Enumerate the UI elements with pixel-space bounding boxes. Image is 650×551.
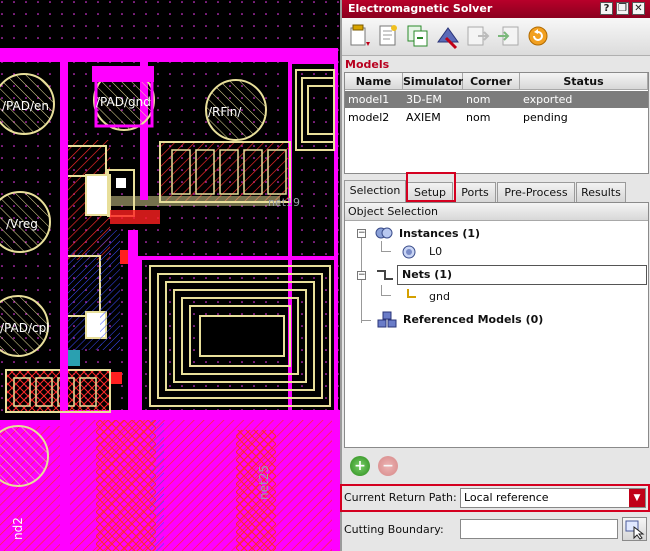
tree-line bbox=[381, 295, 391, 296]
model-corner: nom bbox=[466, 93, 491, 106]
new-document-icon[interactable] bbox=[374, 22, 402, 50]
return-path-value: Local reference bbox=[464, 491, 549, 504]
layout-canvas[interactable]: /PAD/en /PAD/gnd /RFin/ /Vreg /PAD/cpl n… bbox=[0, 0, 340, 551]
col-header-corner[interactable]: Corner bbox=[463, 73, 520, 90]
tree-node-referenced-models[interactable]: Referenced Models (0) bbox=[403, 313, 543, 326]
help-button[interactable]: ? bbox=[600, 2, 613, 15]
tab-pre-process[interactable]: Pre-Process bbox=[497, 182, 575, 202]
return-path-select[interactable]: Local reference ▼ bbox=[460, 488, 646, 508]
net-label-nd2: nd2 bbox=[11, 517, 25, 540]
cutting-boundary-input[interactable] bbox=[460, 519, 618, 539]
model-simulator: AXIEM bbox=[406, 111, 441, 124]
pad-label-rfin: /RFin/ bbox=[208, 105, 242, 119]
instances-collapse-toggle[interactable]: − bbox=[357, 229, 366, 238]
tree-line bbox=[381, 241, 382, 251]
import-icon[interactable] bbox=[494, 22, 522, 50]
model-row[interactable]: model1 3D-EM nom exported bbox=[345, 91, 648, 108]
layout-drawing: /PAD/en /PAD/gnd /RFin/ /Vreg /PAD/cpl n… bbox=[0, 0, 340, 551]
net-label-net19: net19 bbox=[268, 196, 300, 209]
export-icon[interactable] bbox=[464, 22, 492, 50]
models-section-label: Models bbox=[345, 58, 390, 71]
tree-line bbox=[381, 285, 382, 295]
cutting-boundary-label: Cutting Boundary: bbox=[344, 523, 444, 536]
model-corner: nom bbox=[466, 111, 491, 124]
model-name: model1 bbox=[348, 93, 390, 106]
net-label-net25: net25 bbox=[257, 465, 271, 500]
restore-button[interactable]: ❐ bbox=[616, 2, 629, 15]
tree-node-net-gnd[interactable]: gnd bbox=[429, 290, 450, 303]
tab-selection[interactable]: Selection bbox=[344, 180, 406, 202]
simulate-icon[interactable] bbox=[434, 22, 462, 50]
tree-node-instance-l0[interactable]: L0 bbox=[429, 245, 442, 258]
referenced-models-icon bbox=[377, 311, 397, 328]
new-model-icon[interactable] bbox=[346, 22, 374, 50]
add-button[interactable]: + bbox=[350, 456, 370, 476]
cursor-pick-icon bbox=[625, 520, 645, 540]
model-simulator: 3D-EM bbox=[406, 93, 442, 106]
pad-label-cpl: /PAD/cpl bbox=[0, 321, 50, 335]
panel-titlebar[interactable]: Electromagnetic Solver ? ❐ ✕ bbox=[342, 0, 650, 18]
object-selection-header: Object Selection bbox=[345, 203, 648, 221]
model-name: model2 bbox=[348, 111, 390, 124]
object-selection-tree: Object Selection − Instances (1) L0 − Ne… bbox=[344, 202, 649, 448]
panel-title: Electromagnetic Solver bbox=[348, 2, 493, 15]
model-status: pending bbox=[523, 111, 568, 124]
tab-ports[interactable]: Ports bbox=[454, 182, 496, 202]
nets-collapse-toggle[interactable]: − bbox=[357, 271, 366, 280]
tree-node-nets[interactable]: Nets (1) bbox=[402, 268, 452, 281]
remove-button[interactable]: − bbox=[378, 456, 398, 476]
pad-label-en: /PAD/en bbox=[2, 99, 49, 113]
net-icon bbox=[407, 289, 416, 298]
tab-bar: Selection Setup Ports Pre-Process Result… bbox=[344, 172, 649, 202]
pick-boundary-button[interactable] bbox=[622, 517, 647, 541]
dropdown-arrow-icon[interactable]: ▼ bbox=[629, 489, 645, 507]
instance-icon bbox=[402, 245, 416, 259]
close-button[interactable]: ✕ bbox=[632, 2, 645, 15]
pad-label-vreg: /Vreg bbox=[6, 217, 38, 231]
toolbar bbox=[342, 18, 650, 56]
tree-line bbox=[381, 251, 391, 252]
model-row[interactable]: model2 AXIEM nom pending bbox=[345, 109, 648, 126]
models-table: Name Simulator Corner Status model1 3D-E… bbox=[344, 72, 649, 174]
return-path-label: Current Return Path: bbox=[344, 491, 457, 504]
tree-line bbox=[361, 237, 362, 323]
col-header-status[interactable]: Status bbox=[520, 73, 648, 90]
setup-tab-highlight bbox=[406, 172, 456, 202]
em-solver-panel: Electromagnetic Solver ? ❐ ✕ Models Name… bbox=[340, 0, 650, 551]
instances-icon bbox=[375, 227, 393, 239]
tree-node-instances[interactable]: Instances (1) bbox=[399, 227, 480, 240]
col-header-simulator[interactable]: Simulator bbox=[403, 73, 463, 90]
tab-results[interactable]: Results bbox=[576, 182, 626, 202]
tree-line bbox=[361, 320, 371, 321]
col-header-name[interactable]: Name bbox=[345, 73, 403, 90]
copy-icon[interactable] bbox=[404, 22, 432, 50]
model-status: exported bbox=[523, 93, 573, 106]
pad-label-gnd: /PAD/gnd bbox=[96, 95, 151, 109]
nets-icon bbox=[377, 270, 393, 280]
refresh-icon[interactable] bbox=[524, 22, 552, 50]
